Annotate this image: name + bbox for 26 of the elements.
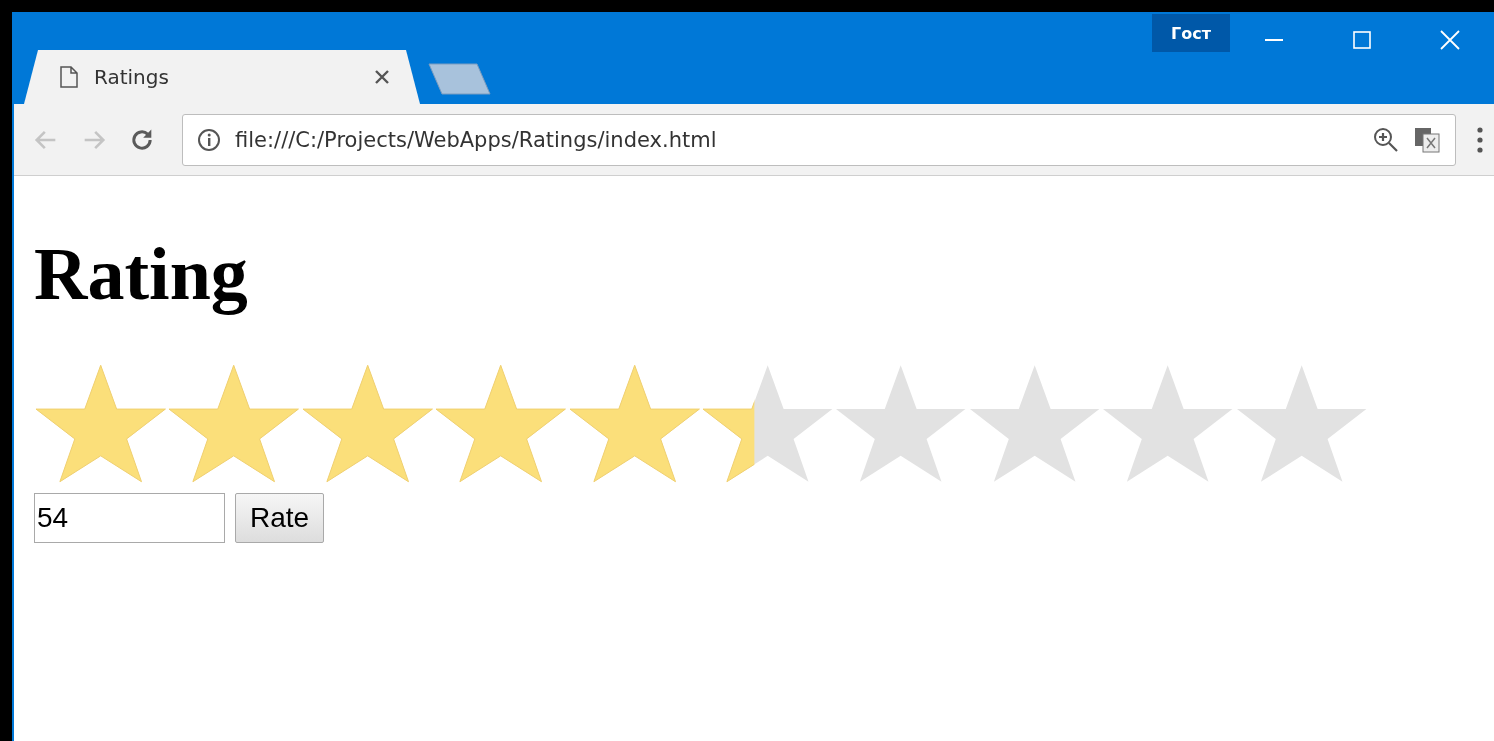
star-icon[interactable] xyxy=(567,363,701,483)
star-icon[interactable] xyxy=(700,363,835,483)
close-icon[interactable] xyxy=(374,69,390,85)
rating-input[interactable]: 54 xyxy=(34,493,225,543)
star-icon[interactable] xyxy=(1101,363,1235,483)
zoom-icon[interactable] xyxy=(1373,126,1399,153)
star-icon[interactable] xyxy=(834,363,968,483)
star-icon[interactable] xyxy=(300,363,435,483)
browser-tab[interactable]: Ratings xyxy=(24,50,420,104)
info-icon[interactable] xyxy=(197,127,221,152)
tab-title: Ratings xyxy=(94,65,170,89)
maximize-icon xyxy=(1353,31,1371,49)
minimize-icon xyxy=(1265,39,1283,41)
url-text: file:///C:/Projects/WebApps/Ratings/index.html xyxy=(235,127,718,152)
rate-button[interactable]: Rate xyxy=(235,493,325,543)
star-icon[interactable] xyxy=(167,363,301,483)
menu-icon[interactable] xyxy=(1476,125,1484,154)
new-tab-icon[interactable] xyxy=(426,63,492,95)
profile-badge[interactable]: Гост xyxy=(1152,14,1230,52)
translate-icon[interactable] xyxy=(1413,125,1441,154)
address-bar[interactable]: file:///C:/Projects/WebApps/Ratings/index.html xyxy=(182,113,1456,166)
star-icon[interactable] xyxy=(34,363,168,483)
page-icon xyxy=(60,66,78,88)
page-heading: Rating xyxy=(34,232,248,317)
close-icon xyxy=(1440,30,1460,50)
star-icon[interactable] xyxy=(434,363,568,483)
